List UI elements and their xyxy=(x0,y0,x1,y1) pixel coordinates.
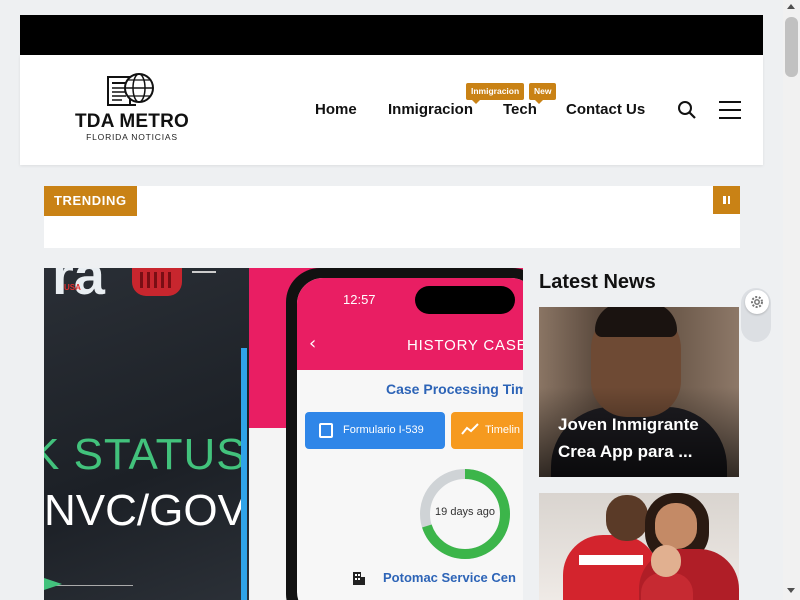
hero-status-text: K STATUS xyxy=(44,430,247,479)
nav-badge-new: New xyxy=(529,83,557,104)
timeline-pill: Timelin xyxy=(451,412,523,449)
photo-stripe xyxy=(579,555,643,565)
pause-icon[interactable] xyxy=(713,186,740,214)
scroll-thumb[interactable] xyxy=(785,17,798,77)
site-logo[interactable]: TDA METRO FLORIDA NOTICIAS xyxy=(72,67,192,147)
logo-subtitle: FLORIDA NOTICIAS xyxy=(86,132,178,142)
hero-blue-stripe xyxy=(241,348,247,600)
donut-label: 19 days ago xyxy=(435,506,495,518)
top-bar xyxy=(20,15,763,55)
service-center: Potomac Service Cen xyxy=(383,570,516,585)
form-pill: Formulario I-539 xyxy=(305,412,445,449)
phone-screen: 12:57 ‹ HISTORY CASE Case Processing Tim… xyxy=(297,278,523,600)
featured-hero-image[interactable]: ra USA K STATUS NVC/GOV 12:57 ‹ HISTORY … xyxy=(44,268,523,600)
document-icon xyxy=(319,423,333,438)
photo-baby-face xyxy=(651,545,681,577)
hero-gov-text: NVC/GOV xyxy=(44,486,247,535)
nav-tech[interactable]: Tech xyxy=(503,101,537,118)
hero-dark-panel: ra USA K STATUS NVC/GOV xyxy=(44,268,249,600)
nav-inmigracion[interactable]: Inmigracion xyxy=(388,101,473,118)
hamburger-menu-icon[interactable] xyxy=(719,101,741,119)
news-card[interactable] xyxy=(539,493,739,600)
hero-shield-icon xyxy=(132,268,182,296)
photo-face xyxy=(606,495,648,541)
site-header: TDA METRO FLORIDA NOTICIAS Home Inmigrac… xyxy=(20,55,763,165)
app-header: 12:57 ‹ HISTORY CASE xyxy=(297,278,523,370)
nav-home[interactable]: Home xyxy=(315,101,357,118)
news-card[interactable]: Joven Inmigrante Crea App para ... xyxy=(539,307,739,477)
hero-arrow-icon xyxy=(44,578,62,590)
news-card-title[interactable]: Joven Inmigrante Crea App para ... xyxy=(558,411,718,465)
nav-badge-inmigracion: Inmigracion xyxy=(466,83,525,104)
hero-dash xyxy=(192,271,216,273)
scroll-down-arrow-icon[interactable] xyxy=(787,588,795,593)
dynamic-island xyxy=(415,286,515,314)
trend-icon xyxy=(461,423,479,435)
scrollbar[interactable] xyxy=(783,0,800,600)
hero-usa-text: USA xyxy=(64,283,81,292)
app-title: HISTORY CASE xyxy=(407,337,523,354)
logo-title: TDA METRO xyxy=(74,111,190,132)
logo-newspaper-globe-icon xyxy=(107,73,154,106)
search-icon[interactable] xyxy=(677,100,697,120)
building-icon xyxy=(353,572,365,585)
photo-face xyxy=(655,503,697,549)
back-chevron-icon: ‹ xyxy=(309,333,317,354)
photo-hair xyxy=(595,307,677,337)
latest-news-title: Latest News xyxy=(539,271,656,293)
phone-time: 12:57 xyxy=(343,292,376,307)
trending-label: TRENDING xyxy=(44,186,137,216)
scroll-up-arrow-icon[interactable] xyxy=(787,4,795,9)
nav-contact-us[interactable]: Contact Us xyxy=(566,101,645,118)
trending-bar: TRENDING xyxy=(44,186,740,248)
app-subtitle: Case Processing Tim xyxy=(386,381,523,397)
photo-baby xyxy=(641,573,693,600)
gear-icon[interactable] xyxy=(745,290,769,314)
